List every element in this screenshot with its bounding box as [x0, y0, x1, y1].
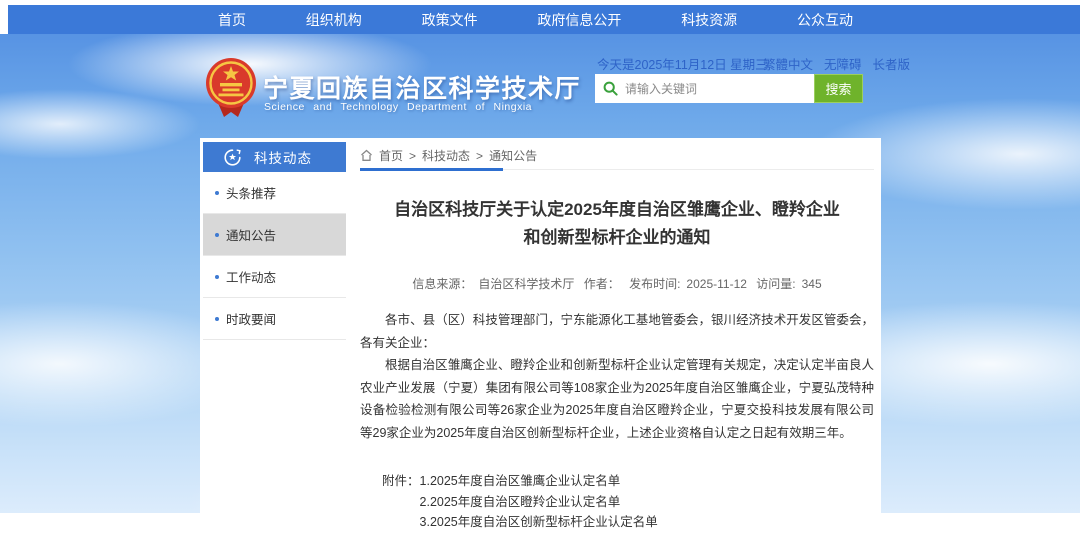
meta-publish-label: 发布时间: [629, 277, 680, 291]
meta-author-label: 作者： [584, 277, 620, 291]
sidebar-item-headlines[interactable]: 头条推荐 [203, 172, 346, 214]
sidebar-item-label: 工作动态 [226, 267, 276, 286]
current-date: 今天是2025年11月12日 星期三 [597, 54, 768, 73]
attachments-label: 附件： [382, 471, 420, 533]
sidebar-header: 科技动态 [203, 142, 346, 172]
attachments-list: 1.2025年度自治区雏鹰企业认定名单 2.2025年度自治区瞪羚企业认定名单 … [420, 471, 658, 533]
link-accessibility[interactable]: 无障碍 [824, 54, 862, 73]
nav-item-organization[interactable]: 组织机构 [296, 10, 372, 30]
article-title-line2: 和创新型标杆企业的通知 [360, 224, 874, 252]
site-subtitle: Science and Technology Department of Nin… [264, 101, 532, 113]
sidebar-tech-news: 科技动态 头条推荐 通知公告 工作动态 时政要闻 [203, 142, 346, 340]
top-nav-items: 首页 组织机构 政策文件 政府信息公开 科技资源 公众互动 [208, 5, 863, 34]
breadcrumb-separator: > [476, 149, 483, 163]
sidebar-item-label: 头条推荐 [226, 183, 276, 202]
meta-source-label: 信息来源： [412, 277, 472, 291]
bullet-icon [215, 317, 219, 321]
meta-source: 自治区科学技术厅 [478, 277, 574, 291]
nav-item-home[interactable]: 首页 [208, 10, 256, 30]
sidebar-title: 科技动态 [254, 147, 312, 167]
nav-item-tech-resources[interactable]: 科技资源 [671, 10, 747, 30]
nav-item-gov-info-disclosure[interactable]: 政府信息公开 [527, 10, 631, 30]
national-emblem-logo [204, 57, 258, 119]
search-box [595, 74, 814, 103]
bullet-icon [215, 275, 219, 279]
site-title: 宁夏回族自治区科学技术厅 [263, 69, 581, 105]
sidebar-item-label: 通知公告 [226, 225, 276, 244]
breadcrumb: 首页 > 科技动态 > 通知公告 [360, 142, 874, 170]
attachment-gazelle-list[interactable]: 2.2025年度自治区瞪羚企业认定名单 [420, 492, 658, 513]
meta-publish-date: 2025-11-12 [686, 277, 747, 291]
attachments-block: 附件： 1.2025年度自治区雏鹰企业认定名单 2.2025年度自治区瞪羚企业认… [382, 471, 874, 533]
link-traditional-chinese[interactable]: 繁體中文 [763, 54, 813, 73]
search-input[interactable] [625, 82, 806, 96]
breadcrumb-notices[interactable]: 通知公告 [489, 147, 537, 164]
top-nav-bar: 首页 组织机构 政策文件 政府信息公开 科技资源 公众互动 [8, 5, 1080, 34]
nav-item-public-interaction[interactable]: 公众互动 [787, 10, 863, 30]
breadcrumb-tech-news[interactable]: 科技动态 [422, 147, 470, 164]
link-elder-version[interactable]: 长者版 [873, 54, 911, 73]
nav-item-policy-documents[interactable]: 政策文件 [412, 10, 488, 30]
meta-views-label: 访问量: [756, 277, 795, 291]
article-meta: 信息来源： 自治区科学技术厅 作者： 发布时间: 2025-11-12 访问量: 34… [360, 275, 874, 292]
article-title-line1: 自治区科技厅关于认定2025年度自治区雏鹰企业、瞪羚企业 [360, 196, 874, 224]
article-content-area: 首页 > 科技动态 > 通知公告 自治区科技厅关于认定2025年度自治区雏鹰企业… [360, 142, 874, 533]
search-icon [603, 81, 618, 96]
star-circle-icon [224, 149, 241, 166]
article-body: 各市、县（区）科技管理部门，宁东能源化工基地管委会，银川经济技术开发区管委会，各… [360, 309, 874, 444]
header-quick-links: 繁體中文 无障碍 长者版 [763, 54, 910, 73]
sidebar-item-current-politics[interactable]: 时政要闻 [203, 298, 346, 340]
breadcrumb-home[interactable]: 首页 [379, 147, 403, 164]
meta-views: 345 [802, 277, 822, 291]
sidebar-item-notices[interactable]: 通知公告 [203, 214, 346, 256]
breadcrumb-separator: > [409, 149, 416, 163]
article-paragraph: 根据自治区雏鹰企业、瞪羚企业和创新型标杆企业认定管理有关规定，决定认定半亩良人农… [360, 354, 874, 444]
article-paragraph: 各市、县（区）科技管理部门，宁东能源化工基地管委会，银川经济技术开发区管委会，各… [360, 309, 874, 354]
breadcrumb-active-underline [360, 168, 503, 171]
sidebar-item-work-updates[interactable]: 工作动态 [203, 256, 346, 298]
attachment-eagle-list[interactable]: 1.2025年度自治区雏鹰企业认定名单 [420, 471, 658, 492]
bullet-icon [215, 233, 219, 237]
search-button[interactable]: 搜索 [814, 74, 863, 103]
article-title: 自治区科技厅关于认定2025年度自治区雏鹰企业、瞪羚企业 和创新型标杆企业的通知 [360, 196, 874, 252]
bullet-icon [215, 191, 219, 195]
attachment-benchmark-list[interactable]: 3.2025年度自治区创新型标杆企业认定名单 [420, 512, 658, 533]
home-icon [360, 149, 373, 162]
main-content-panel: 科技动态 头条推荐 通知公告 工作动态 时政要闻 首页 > 科技动态 [200, 138, 881, 513]
sidebar-item-label: 时政要闻 [226, 309, 276, 328]
